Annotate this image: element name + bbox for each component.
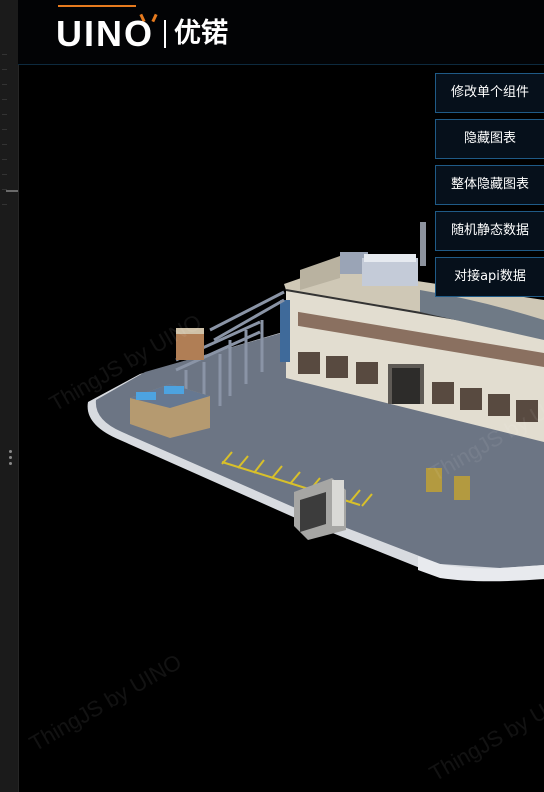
logo-accent-bar [58,5,136,7]
connect-api-data-button[interactable]: 对接api数据 [435,257,544,297]
edit-single-component-button[interactable]: 修改单个组件 [435,73,544,113]
logo-separator [164,20,166,48]
hide-all-charts-button[interactable]: 整体隐藏图表 [435,165,544,205]
logo-chinese-name: 优锘 [174,18,228,49]
action-button-panel: 修改单个组件 隐藏图表 整体隐藏图表 随机静态数据 对接api数据 [435,73,544,303]
logo-wordmark: UINO [56,13,154,54]
top-header: UINO 优锘 [18,0,544,65]
random-static-data-button[interactable]: 随机静态数据 [435,211,544,251]
hide-chart-button[interactable]: 隐藏图表 [435,119,544,159]
brand-logo[interactable]: UINO 优锘 [56,14,228,54]
